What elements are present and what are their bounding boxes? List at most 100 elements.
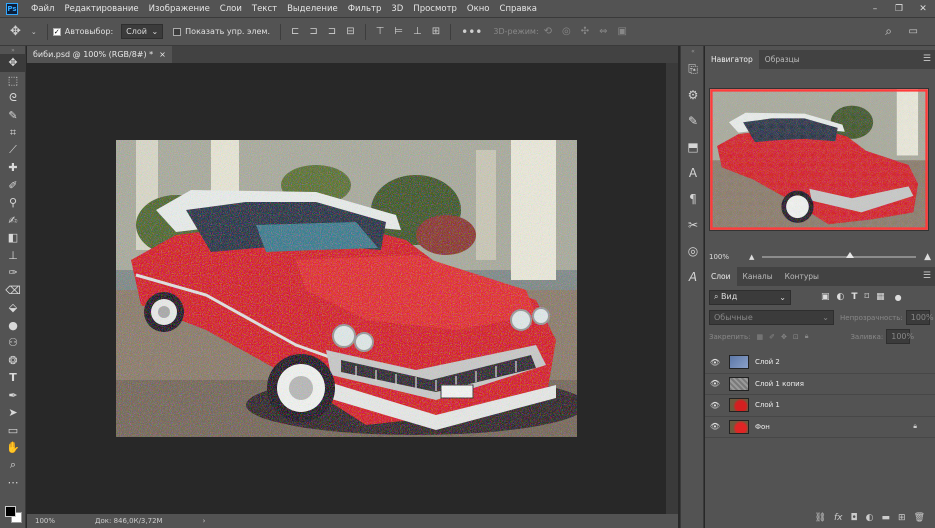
workspace-icon[interactable]: ▭ <box>909 26 918 37</box>
styles-panel-icon[interactable]: ⬒ <box>681 134 705 160</box>
eye-icon[interactable]: 👁︎ <box>705 401 725 410</box>
canvas-area[interactable] <box>27 63 666 514</box>
brush-icon[interactable]: ✐ <box>0 177 26 195</box>
lock-move-icon[interactable]: ✥ <box>781 333 787 341</box>
blend-mode-dropdown[interactable]: Обычные ⌄ <box>709 310 834 325</box>
adjustments-panel-icon[interactable]: ✎ <box>681 108 705 134</box>
properties-panel-icon[interactable]: ⚙ <box>681 82 705 108</box>
collapse-dock-icon[interactable]: « <box>681 46 705 56</box>
eye-icon[interactable]: 👁︎ <box>705 422 725 431</box>
document-tab[interactable]: биби.psd @ 100% (RGB/8#) * × <box>27 46 172 63</box>
layer-kind-filter[interactable]: ⌕ Вид ⌄ <box>709 289 791 305</box>
align-top-icon[interactable]: ⊤ <box>376 26 385 37</box>
stamp-icon[interactable]: ⊥ <box>0 247 26 265</box>
quick-select-icon[interactable]: ✎ <box>0 107 26 125</box>
restore-button[interactable]: ❐ <box>887 0 911 17</box>
align-bottom-icon[interactable]: ⊥ <box>413 26 422 37</box>
align-right-icon[interactable]: ⊐ <box>328 26 336 37</box>
layer-row[interactable]: 👁︎ Фон 🔒︎ <box>705 417 935 438</box>
eraser-icon[interactable]: ◧ <box>0 229 26 247</box>
tab-channels[interactable]: Каналы <box>737 267 779 286</box>
search-icon[interactable]: ⌕ <box>885 24 892 39</box>
glyphs-icon[interactable]: A <box>681 264 705 290</box>
zoom-readout[interactable]: 100% <box>35 517 85 525</box>
dodge-icon[interactable]: ⚇ <box>0 334 26 352</box>
lock-all-icon[interactable]: 🔒︎ <box>805 332 809 341</box>
foreground-color[interactable] <box>5 506 16 517</box>
tab-paths[interactable]: Контуры <box>779 267 825 286</box>
mixer-brush-icon[interactable]: ✑ <box>0 264 26 282</box>
lock-artboard-icon[interactable]: ⊡ <box>793 333 799 341</box>
menu-file[interactable]: Файл <box>26 4 59 14</box>
filter-toggle-icon[interactable]: ● <box>895 293 902 302</box>
filter-smart-icon[interactable]: ▦ <box>876 292 885 302</box>
blur-icon[interactable]: ● <box>0 317 26 335</box>
fx-icon[interactable]: fx <box>834 513 843 523</box>
distribute-h-icon[interactable]: ⊟ <box>346 26 354 37</box>
eyedropper-icon[interactable]: ⟋ <box>0 142 26 160</box>
rectangle-tool-icon[interactable]: ▭ <box>0 422 26 440</box>
close-button[interactable]: ✕ <box>911 0 935 17</box>
navigator-preview[interactable] <box>709 88 929 231</box>
menu-edit[interactable]: Редактирование <box>59 4 143 14</box>
3d-orbit-icon[interactable]: ⟲ <box>544 26 552 37</box>
panel-menu-icon[interactable]: ☰ <box>923 54 931 64</box>
zoom-slider-thumb[interactable] <box>846 251 855 258</box>
panel-menu-icon[interactable]: ☰ <box>923 271 931 281</box>
zoom-icon[interactable]: ⌕ <box>0 457 26 475</box>
paint-bucket-icon[interactable]: ⬙ <box>0 299 26 317</box>
menu-filter[interactable]: Фильтр <box>343 4 387 14</box>
menu-type[interactable]: Текст <box>247 4 282 14</box>
layer-row[interactable]: 👁︎ Слой 1 <box>705 395 935 417</box>
adjustment-layer-icon[interactable]: ◐ <box>866 513 874 523</box>
menu-view[interactable]: Просмотр <box>408 4 462 14</box>
link-layers-icon[interactable]: ⛓ <box>815 513 826 523</box>
add-mask-icon[interactable]: ◘ <box>851 513 858 523</box>
menu-window[interactable]: Окно <box>462 4 495 14</box>
zoom-in-icon[interactable]: ▲ <box>924 252 931 262</box>
navigator-zoom-value[interactable]: 100% <box>709 253 731 261</box>
chevron-right-icon[interactable]: › <box>203 517 206 525</box>
tab-layers[interactable]: Слои <box>705 267 737 286</box>
3d-scale-icon[interactable]: ▣ <box>618 26 627 37</box>
pen-icon[interactable]: ✒ <box>0 387 26 405</box>
menu-help[interactable]: Справка <box>495 4 542 14</box>
tab-navigator[interactable]: Навигатор <box>705 50 759 69</box>
3d-slide-icon[interactable]: ⇔ <box>599 26 607 37</box>
menu-3d[interactable]: 3D <box>386 4 408 14</box>
history-brush-icon[interactable]: ✍ <box>0 212 26 230</box>
layer-row[interactable]: 👁︎ Слой 2 <box>705 352 935 374</box>
menu-select[interactable]: Выделение <box>282 4 343 14</box>
more-options-icon[interactable]: ••• <box>461 25 482 39</box>
path-select-icon[interactable]: ➤ <box>0 404 26 422</box>
align-left-icon[interactable]: ⊏ <box>291 26 299 37</box>
zoom-out-icon[interactable]: ▲ <box>749 253 754 261</box>
edit-toolbar-icon[interactable]: ⋯ <box>0 474 26 492</box>
delete-layer-icon[interactable]: 🗑︎ <box>914 513 925 523</box>
libraries-icon[interactable]: ◎ <box>681 238 705 264</box>
3d-pan-icon[interactable]: ✣ <box>581 26 589 37</box>
paragraph-panel-icon[interactable]: ¶ <box>681 186 705 212</box>
menu-layers[interactable]: Слои <box>215 4 247 14</box>
move-tool-icon[interactable]: ✥ <box>10 24 21 39</box>
clone-stamp-icon[interactable]: ⚲ <box>0 194 26 212</box>
3d-roll-icon[interactable]: ◎ <box>562 26 571 37</box>
move-tool-icon[interactable]: ✥ <box>0 54 26 72</box>
filter-pixel-icon[interactable]: ▣ <box>821 292 830 302</box>
lock-paint-icon[interactable]: ✐ <box>769 333 775 341</box>
fill-field[interactable]: 100% <box>886 329 914 344</box>
sponge-icon[interactable]: ❂ <box>0 352 26 370</box>
align-center-h-icon[interactable]: ⊐ <box>309 26 317 37</box>
filter-shape-icon[interactable]: ⌑ <box>865 292 870 302</box>
history-panel-icon[interactable]: ⎘ <box>681 56 705 82</box>
collapse-toolbar-icon[interactable]: » <box>0 46 26 54</box>
tool-presets-icon[interactable]: ✂ <box>681 212 705 238</box>
filter-type-icon[interactable]: T <box>851 292 857 302</box>
close-tab-icon[interactable]: × <box>159 50 166 59</box>
eraser-tool-icon[interactable]: ⌫ <box>0 282 26 300</box>
distribute-v-icon[interactable]: ⊞ <box>432 26 440 37</box>
type-tool-icon[interactable]: T <box>0 369 26 387</box>
rect-marquee-icon[interactable]: ⬚ <box>0 72 26 90</box>
new-group-icon[interactable]: ▬ <box>882 513 891 523</box>
crop-icon[interactable]: ⌗ <box>0 124 26 142</box>
